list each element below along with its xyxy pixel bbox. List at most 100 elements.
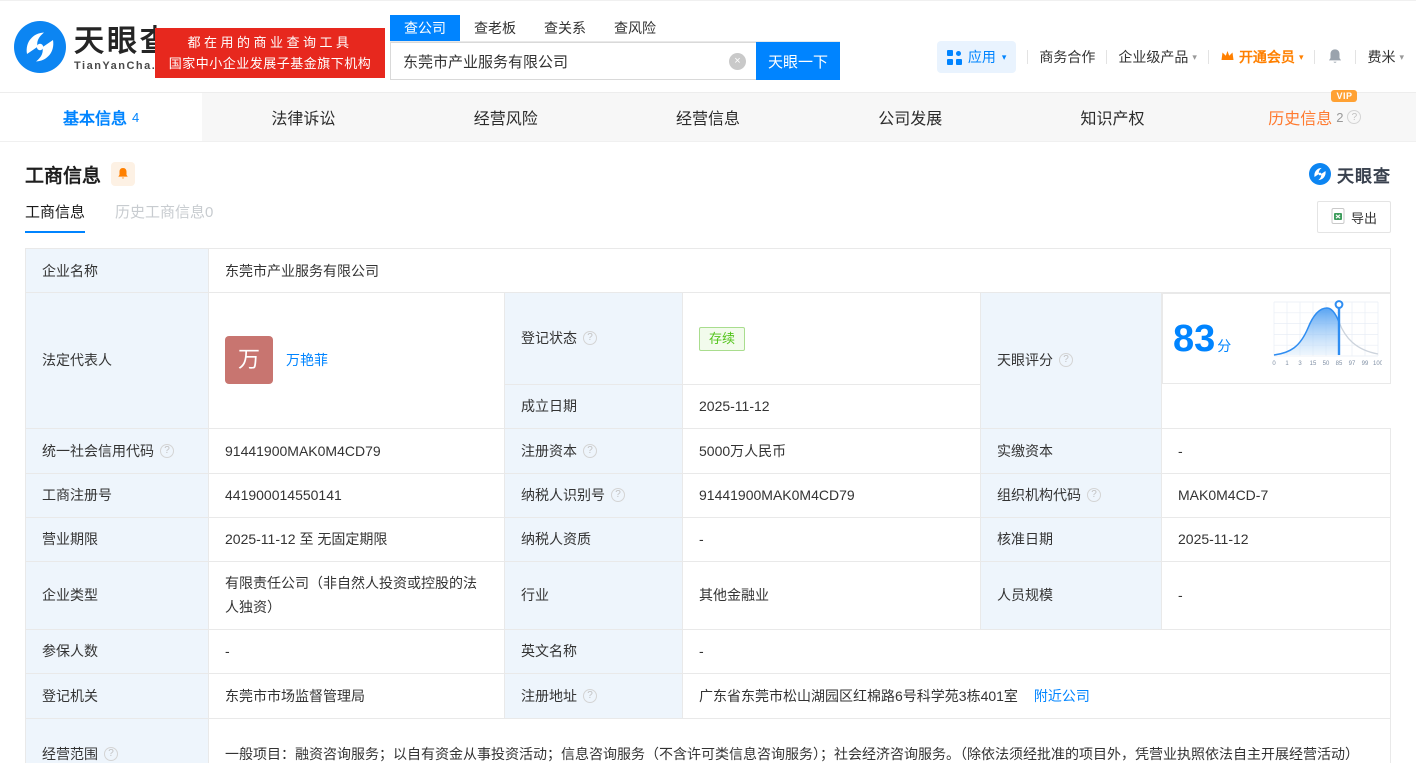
table-row: 参保人数 - 英文名称 -: [25, 628, 1391, 674]
field-label-reg-number: 工商注册号: [25, 472, 209, 518]
field-label-reg-authority: 登记机关: [25, 672, 209, 719]
field-value-legal-rep: 万 万艳菲: [208, 292, 505, 429]
export-button[interactable]: 导出: [1316, 201, 1391, 233]
svg-text:1: 1: [1285, 361, 1289, 367]
field-label-company-type: 企业类型: [25, 560, 209, 630]
help-icon[interactable]: ?: [160, 443, 174, 458]
svg-text:99: 99: [1361, 361, 1368, 367]
chevron-down-icon: ▾: [1399, 51, 1404, 62]
svg-text:97: 97: [1348, 361, 1355, 367]
main-content: 工商信息 天眼查 工商信息 历史工商信息0 导出 企业名称 东莞市产业服务有限公…: [0, 159, 1416, 763]
field-value-credit-code: 91441900MAK0M4CD79: [208, 427, 505, 474]
svg-text:85: 85: [1335, 361, 1342, 367]
field-label-credit-code: 统一社会信用代码?: [25, 427, 209, 474]
field-label-paid-capital: 实缴资本: [980, 427, 1162, 474]
nearby-companies-link[interactable]: 附近公司: [1034, 688, 1090, 704]
search-input[interactable]: [390, 42, 756, 80]
score-unit: 分: [1217, 337, 1232, 354]
section-title: 工商信息: [25, 165, 102, 187]
tab-company-development[interactable]: 公司发展: [809, 93, 1011, 141]
field-value-taxpayer-id: 91441900MAK0M4CD79: [682, 472, 981, 518]
enterprise-product-menu[interactable]: 企业级产品 ▾: [1118, 47, 1197, 67]
table-row: 登记机关 东莞市市场监督管理局 注册地址? 广东省东莞市松山湖园区红棉路6号科学…: [25, 672, 1391, 719]
field-value-org-code: MAK0M4CD-7: [1161, 472, 1391, 518]
watermark-logo-text: 天眼查: [1337, 166, 1391, 186]
tab-history-info-count: 2: [1336, 109, 1344, 125]
help-icon[interactable]: ?: [611, 488, 625, 502]
field-value-tyc-score[interactable]: 83 分 0 1 3 15 50 85 97 99 100: [1162, 293, 1391, 384]
reg-address-text: 广东省东莞市松山湖园区红棉路6号科学苑3栋401室: [699, 687, 1018, 704]
help-icon[interactable]: ?: [1059, 353, 1073, 368]
field-value-english-name: -: [682, 628, 1391, 674]
search-tab-company[interactable]: 查公司: [390, 15, 460, 41]
tab-intellectual-property[interactable]: 知识产权: [1011, 93, 1213, 141]
svg-text:3: 3: [1298, 361, 1302, 367]
menu-divider: [1314, 50, 1316, 64]
business-info-table: 企业名称 东莞市产业服务有限公司 法定代表人 万 万艳菲 登记状态? 存续 天眼…: [25, 248, 1391, 763]
field-value-business-term: 2025-11-12 至 无固定期限: [208, 516, 505, 562]
help-icon[interactable]: ?: [1347, 110, 1362, 124]
subtab-history-business-info[interactable]: 历史工商信息0: [115, 201, 213, 233]
tab-operation-risk[interactable]: 经营风险: [405, 93, 607, 141]
promo-line1: 都在用的商业查询工具: [187, 35, 353, 50]
business-cooperation-link[interactable]: 商务合作: [1039, 47, 1095, 67]
tab-basic-info-label: 基本信息: [63, 111, 128, 128]
svg-text:100: 100: [1372, 361, 1381, 367]
tab-company-development-label: 公司发展: [878, 111, 943, 128]
search-tab-boss[interactable]: 查老板: [460, 15, 530, 41]
open-vip-menu[interactable]: 开通会员 ▾: [1220, 47, 1304, 67]
field-value-industry: 其他金融业: [682, 560, 981, 630]
apps-menu[interactable]: 应用 ▾: [936, 41, 1017, 73]
promo-banner: 都在用的商业查询工具 国家中小企业发展子基金旗下机构: [155, 28, 385, 78]
company-nav-tabs: 基本信息 4 法律诉讼 经营风险 经营信息 公司发展 知识产权 VIP 历史信息…: [0, 90, 1416, 142]
subscribe-bell-icon[interactable]: [111, 162, 136, 186]
field-value-establish-date: 2025-11-12: [682, 383, 981, 429]
help-icon[interactable]: ?: [104, 746, 118, 761]
vip-badge: VIP: [1331, 90, 1358, 102]
enterprise-product-label: 企业级产品: [1118, 49, 1189, 65]
field-value-approval-date: 2025-11-12: [1161, 516, 1391, 562]
help-icon[interactable]: ?: [583, 688, 597, 703]
field-value-reg-authority: 东莞市市场监督管理局: [208, 672, 505, 719]
search-tab-relation[interactable]: 查关系: [530, 15, 600, 41]
tab-legal-litigation[interactable]: 法律诉讼: [202, 93, 404, 141]
field-value-staff-size: -: [1161, 560, 1391, 630]
table-row: 营业期限 2025-11-12 至 无固定期限 纳税人资质 - 核准日期 202…: [25, 516, 1391, 562]
help-icon[interactable]: ?: [1087, 488, 1101, 502]
legal-rep-name-link[interactable]: 万艳菲: [286, 348, 328, 372]
tab-basic-info-count: 4: [132, 109, 140, 125]
help-icon[interactable]: ?: [583, 331, 597, 346]
field-label-approval-date: 核准日期: [980, 516, 1162, 562]
table-row: 法定代表人 万 万艳菲 登记状态? 存续 天眼评分? 83 分 0 1 3 15…: [25, 292, 1391, 429]
field-value-paid-capital: -: [1161, 427, 1391, 474]
field-value-reg-capital: 5000万人民币: [682, 427, 981, 474]
tab-operation-info-label: 经营信息: [675, 111, 740, 128]
field-label-taxpayer-quality: 纳税人资质: [504, 516, 683, 562]
search-area: 查公司 查老板 查关系 查风险 × 天眼一下: [390, 15, 840, 80]
field-label-staff-size: 人员规模: [980, 560, 1162, 630]
subtab-business-info[interactable]: 工商信息: [25, 201, 86, 233]
tab-operation-info[interactable]: 经营信息: [607, 93, 809, 141]
tab-intellectual-property-label: 知识产权: [1080, 111, 1145, 128]
notification-bell-icon[interactable]: [1326, 48, 1344, 66]
apps-grid-icon: [946, 49, 962, 65]
search-tab-risk[interactable]: 查风险: [600, 15, 670, 41]
score-number: 83: [1173, 317, 1216, 360]
field-value-insured-count: -: [208, 628, 505, 674]
field-label-business-scope: 经营范围?: [25, 717, 209, 763]
top-menu: 应用 ▾ 商务合作 企业级产品 ▾ 开通会员 ▾ 费米 ▾: [936, 41, 1404, 73]
chevron-down-icon: ▾: [1298, 51, 1304, 62]
help-icon[interactable]: ?: [583, 443, 597, 458]
user-menu[interactable]: 费米 ▾: [1367, 47, 1404, 67]
legal-rep-avatar[interactable]: 万: [225, 336, 273, 385]
menu-divider: [1355, 50, 1357, 64]
search-button[interactable]: 天眼一下: [756, 42, 840, 80]
tab-history-info-label: 历史信息: [1268, 111, 1333, 128]
tab-history-info[interactable]: VIP 历史信息 2 ?: [1214, 90, 1416, 141]
table-row: 工商注册号 441900014550141 纳税人识别号? 91441900MA…: [25, 472, 1391, 518]
clear-search-icon[interactable]: ×: [729, 53, 746, 70]
tab-basic-info[interactable]: 基本信息 4: [0, 93, 203, 141]
crown-icon: [1220, 49, 1235, 65]
field-label-reg-capital: 注册资本?: [504, 427, 683, 474]
tab-operation-risk-label: 经营风险: [473, 111, 538, 128]
